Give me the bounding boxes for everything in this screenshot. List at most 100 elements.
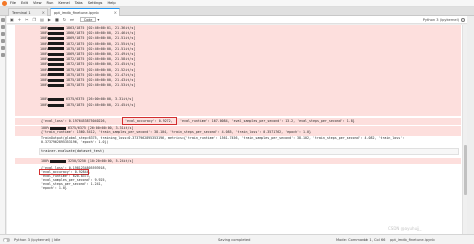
- progress-bar: [48, 42, 64, 46]
- progress-percent: 100%: [40, 83, 49, 88]
- menu-view[interactable]: View: [33, 1, 42, 5]
- menu-tabs[interactable]: Tabs: [75, 1, 83, 5]
- paste-icon[interactable]: ▤: [40, 17, 44, 22]
- progress-count: 1875/1875 [02:46<00:00, 21.51it/s]: [66, 46, 136, 51]
- progress-count: 1869/1875 [02:46<00:00, 21.49it/s]: [66, 52, 136, 56]
- progress-percent: 100%: [40, 67, 49, 72]
- train-metrics-text: {'train_runtime': 1560.5412, 'train_samp…: [41, 130, 311, 134]
- running-icon[interactable]: [1, 25, 5, 29]
- progress-bar: [48, 52, 64, 56]
- progress-percent: 100%: [40, 97, 49, 101]
- progress-count: 1872/1875 [02:46<00:00, 21.55it/s]: [66, 41, 136, 46]
- progress-bar: [48, 97, 64, 101]
- simple-mode-toggle[interactable]: [3, 238, 10, 242]
- commands-icon[interactable]: [1, 32, 5, 36]
- tab-terminal[interactable]: Terminal 1 ×: [8, 8, 48, 16]
- progress-count: 1875/1875 [02:46<00:00, 21.43it/s]: [66, 78, 136, 82]
- scrollbar-thumb[interactable]: [464, 145, 467, 195]
- progress-bar: [48, 73, 64, 77]
- progress-bar: [48, 83, 64, 87]
- progress-bar: [48, 103, 64, 107]
- menu-settings[interactable]: Settings: [88, 1, 103, 5]
- progress-percent: 100%: [40, 103, 49, 107]
- status-saving: Saving completed: [218, 238, 251, 242]
- train-output-text-cont: 0.3737962895353196, 'epoch': 1.0}): [41, 140, 109, 144]
- eval-result-epoch: 'epoch': 1.0}: [41, 186, 67, 190]
- restart-icon[interactable]: ↻: [63, 17, 66, 22]
- progress-percent: 100%: [40, 26, 49, 30]
- progress-count: 1875/1875 [02:46<00:00, 21.45it/s]: [66, 103, 136, 107]
- progress-percent: 100%: [40, 31, 49, 36]
- save-icon[interactable]: ▣: [10, 17, 14, 22]
- progress-bar: [48, 78, 64, 82]
- fast-forward-icon[interactable]: ⏭: [70, 17, 74, 22]
- menu-file[interactable]: File: [10, 1, 16, 5]
- jupyter-logo-icon: [2, 0, 7, 6]
- vertical-scrollbar[interactable]: [462, 25, 467, 234]
- tab-terminal-label: Terminal 1: [12, 10, 31, 15]
- status-file: ppt_imdb_finetune.ipynb: [390, 238, 435, 242]
- status-mode: Mode: Command: [336, 238, 367, 242]
- status-kernel[interactable]: Python 3 (ipykernel) | Idle: [14, 238, 60, 242]
- cell-type-select[interactable]: Code: [79, 17, 97, 22]
- progress-count: 1866/1875 [02:46<00:00, 21.46it/s]: [66, 31, 136, 36]
- eval-progress-frac: 3250/3250 [10:20<00:00, 5.24it/s]: [68, 159, 134, 163]
- progress-count: 6375/6375 [26:00<00:00, 3.31it/s]: [66, 97, 134, 101]
- progress-bar: [48, 68, 64, 72]
- progress-percent: 100%: [40, 52, 49, 56]
- progress-bar: [48, 26, 64, 30]
- progress-percent: 100%: [40, 41, 49, 46]
- progress-count: 1872/1875 [02:46<00:00, 21.45it/s]: [66, 62, 136, 67]
- progress-percent: 100%: [40, 36, 49, 41]
- menu-run[interactable]: Run: [47, 1, 54, 5]
- add-cell-icon[interactable]: +: [18, 17, 21, 22]
- progress-bar: [48, 31, 64, 35]
- folder-icon[interactable]: [1, 18, 5, 22]
- watermark: CSDN @ayuhujj_: [388, 226, 422, 231]
- progress-bar: [48, 47, 64, 51]
- progress-count: 1875/1875 [02:46<00:00, 21.53it/s]: [66, 83, 136, 88]
- code-cell-text: trainer.evaluate(dataset_test): [41, 149, 105, 153]
- eval-progress-pct: 100%: [41, 159, 49, 163]
- copy-icon[interactable]: ❐: [33, 17, 37, 22]
- tabs-icon[interactable]: [1, 46, 5, 50]
- progress-percent: 100%: [40, 72, 49, 77]
- run-icon[interactable]: ▶: [48, 17, 51, 22]
- progress-bar: [48, 36, 64, 40]
- progress-count: 1863/1875 [02:46<00:01, 21.36it/s]: [66, 26, 136, 30]
- eval-progress-bar: [50, 159, 66, 163]
- tab-bar: Terminal 1 × ppt_imdb_finetune.ipynb ×: [0, 7, 474, 16]
- eval-loss-text: {'eval_loss': 0.1976453875040226,: [41, 119, 107, 123]
- notebook-area: 100% 1863/1875 [02:46<00:01, 21.36it/s] 10…: [7, 25, 467, 234]
- menu-kernel[interactable]: Kernel: [58, 1, 69, 5]
- progress-percent: 100%: [40, 78, 49, 82]
- cut-icon[interactable]: ✂: [25, 17, 28, 22]
- property-inspector-icon[interactable]: [1, 39, 5, 43]
- left-sidebar: [0, 16, 6, 234]
- stop-icon[interactable]: ■: [55, 17, 59, 22]
- status-cursor[interactable]: Ln 1, Col 66: [364, 238, 385, 242]
- menu-help[interactable]: Help: [107, 1, 115, 5]
- menu-edit[interactable]: Edit: [21, 1, 28, 5]
- progress-percent: 100%: [40, 57, 49, 62]
- tab-notebook[interactable]: ppt_imdb_finetune.ipynb ×: [50, 8, 120, 16]
- progress-bar: [48, 57, 64, 61]
- eval-metrics-text: 'eval_runtime': 167.0084, 'eval_samples_…: [180, 119, 355, 123]
- progress-count: 1875/1875 [02:46<00:00, 21.47it/s]: [66, 72, 136, 77]
- progress-count: 1875/1875 [02:46<00:00, 21.52it/s]: [66, 67, 136, 72]
- status-bar: Python 3 (ipykernel) | Idle Saving compl…: [0, 234, 474, 244]
- tab-notebook-label: ppt_imdb_finetune.ipynb: [54, 10, 99, 15]
- close-icon[interactable]: ×: [42, 10, 45, 15]
- kernel-name[interactable]: Python 3 (ipykernel): [423, 18, 459, 22]
- progress-percent: 100%: [40, 62, 49, 67]
- kernel-status-icon: [461, 18, 465, 22]
- progress-bar: [48, 62, 64, 66]
- progress-percent: 100%: [40, 46, 49, 51]
- notebook-toolbar: ▣ + ✂ ❐ ▤ ▶ ■ ↻ ⏭ Code ▾ Python 3 (ipyke…: [7, 16, 467, 24]
- menu-bar: File Edit View Run Kernel Tabs Settings …: [0, 0, 474, 7]
- extension-icon[interactable]: [1, 53, 5, 57]
- progress-count: 1872/1875 [02:46<00:00, 21.58it/s]: [66, 57, 136, 62]
- chevron-down-icon: ▾: [97, 16, 100, 22]
- close-icon[interactable]: ×: [114, 10, 117, 15]
- highlight-box: [122, 117, 177, 125]
